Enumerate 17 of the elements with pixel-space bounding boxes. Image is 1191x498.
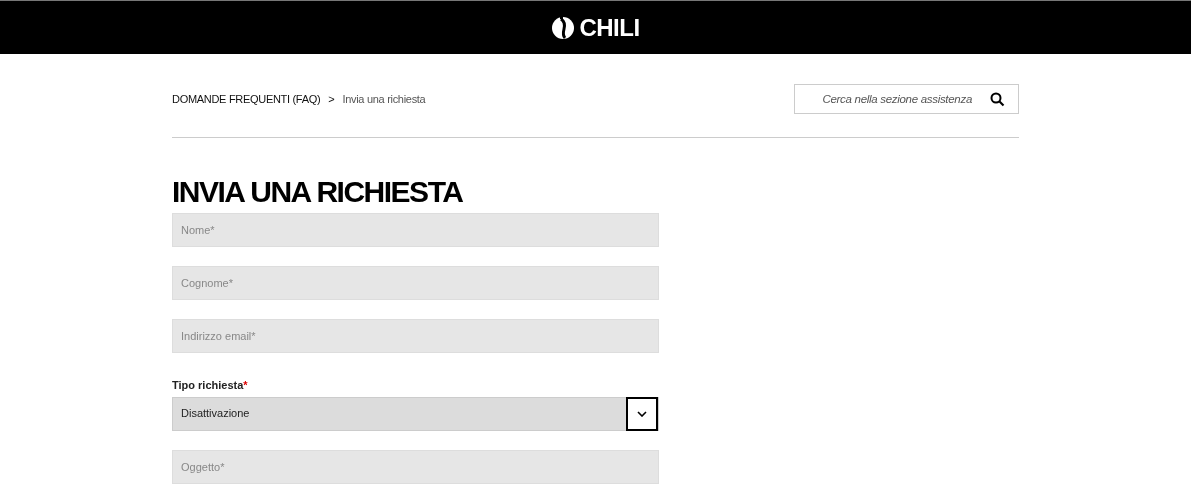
page-title: INVIA UNA RICHIESTA	[172, 175, 464, 209]
chili-logo-icon	[551, 14, 576, 41]
field-label: Tipo richiesta	[172, 379, 244, 391]
logo-text[interactable]: CHILI	[579, 9, 640, 46]
input-field[interactable]: Indirizzo email*	[172, 319, 659, 353]
input-field[interactable]: Oggetto*	[172, 449, 659, 484]
breadcrumb-current: Invia una richiesta	[342, 91, 426, 107]
input-field[interactable]: Nome*	[172, 213, 659, 247]
search-icon[interactable]	[990, 92, 1005, 107]
breadcrumb-separator: >	[328, 91, 335, 107]
dropdown-button[interactable]	[626, 396, 658, 431]
breadcrumb-link[interactable]: DOMANDE FREQUENTI (FAQ)	[172, 90, 321, 108]
select-field[interactable]: Disattivazione	[172, 396, 659, 431]
input-field[interactable]: Cognome*	[172, 266, 659, 300]
search-field[interactable]: Cerca nella sezione assistenza	[794, 84, 1019, 114]
required-mark: *	[243, 379, 248, 391]
chevron-down-icon	[637, 410, 647, 417]
